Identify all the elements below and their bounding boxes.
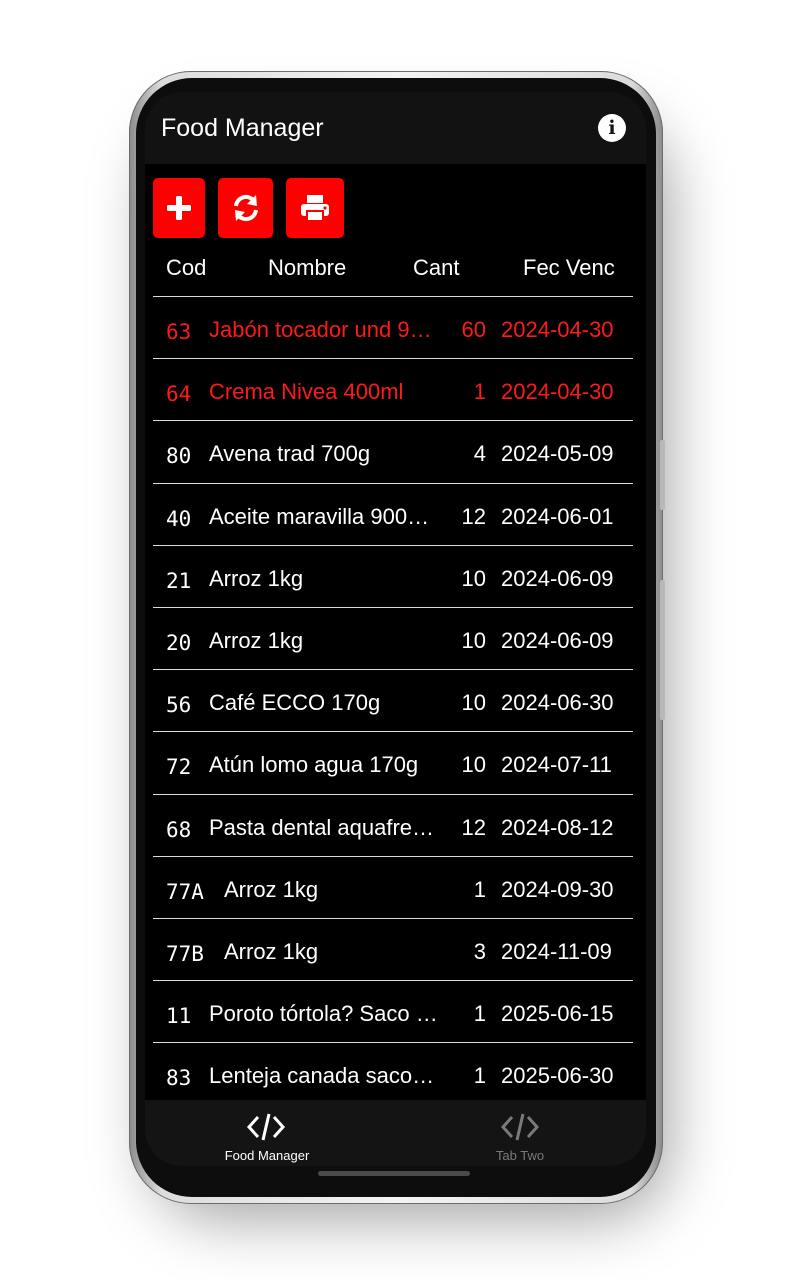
app-bar: Food Manager i	[145, 92, 646, 164]
table-row[interactable]: 64 Crema Nivea 400ml 1 2024-04-30	[153, 358, 633, 420]
row-quantity: 10	[461, 690, 486, 716]
row-expiry-date: 2024-07-11	[501, 752, 612, 778]
column-header-nombre: Nombre	[268, 255, 347, 280]
row-expiry-date: 2024-11-09	[501, 939, 612, 964]
row-code: 77A	[166, 879, 204, 904]
column-header-cant: Cant	[413, 255, 460, 280]
table-row[interactable]: 77A Arroz 1kg 1 2024-09-30	[153, 855, 633, 918]
row-expiry-date: 2024-06-01	[501, 503, 614, 529]
row-expiry-date: 2024-06-09	[501, 565, 614, 591]
row-code: 72	[166, 755, 192, 780]
table-row[interactable]: 72 Atún lomo agua 170g 10 2024-07-11	[153, 731, 633, 793]
row-name: Arroz 1kg	[209, 565, 304, 591]
row-expiry-date: 2024-04-30	[501, 379, 614, 405]
volume-button	[660, 440, 665, 510]
row-code: 21	[166, 568, 192, 593]
plus-icon	[167, 196, 191, 220]
row-code: 11	[166, 1004, 192, 1029]
row-quantity: 10	[461, 565, 486, 591]
row-name: Atún lomo agua 170g	[209, 752, 419, 778]
code-icon	[500, 1113, 540, 1141]
bottom-nav: Food Manager Tab Two	[145, 1100, 646, 1166]
row-quantity: 1	[473, 379, 486, 405]
table-row[interactable]: 21 Arroz 1kg 10 2024-06-09	[153, 544, 633, 607]
row-quantity: 12	[461, 503, 486, 529]
row-quantity: 1	[473, 876, 486, 902]
row-name: Arroz 1kg	[209, 628, 304, 653]
row-expiry-date: 2025-06-15	[501, 1001, 614, 1027]
row-quantity: 60	[461, 317, 486, 342]
home-indicator[interactable]	[318, 1171, 470, 1176]
code-icon	[246, 1113, 286, 1141]
row-quantity: 3	[473, 939, 486, 964]
row-code: 64	[166, 382, 192, 407]
table-row[interactable]: 63 Jabón tocador und 9… 60 2024-04-30	[153, 296, 633, 358]
add-button[interactable]	[153, 178, 205, 238]
row-expiry-date: 2024-08-12	[501, 814, 614, 840]
print-icon	[301, 195, 329, 222]
table-row[interactable]: 11 Poroto tórtola? Saco 2… 1 2025-06-15	[153, 980, 633, 1042]
refresh-button[interactable]	[218, 178, 273, 238]
row-name: Crema Nivea 400ml	[209, 379, 404, 405]
row-expiry-date: 2024-06-09	[501, 628, 614, 653]
row-name: Arroz 1kg	[224, 876, 319, 902]
row-name: Aceite maravilla 900…	[209, 503, 430, 529]
app-screen: Food Manager i Cod Nombre Cant Fec Venc …	[145, 92, 646, 1166]
row-code: 80	[166, 444, 192, 469]
column-header-cod: Cod	[166, 255, 207, 280]
column-header-fec-venc: Fec Venc	[523, 255, 615, 280]
table-row[interactable]: 80 Avena trad 700g 4 2024-05-09	[153, 420, 633, 482]
row-code: 77B	[166, 942, 204, 966]
row-expiry-date: 2025-06-30	[501, 1063, 614, 1089]
tab-label: Food Manager	[224, 1148, 310, 1163]
row-code: 20	[166, 631, 192, 655]
row-quantity: 10	[461, 752, 486, 778]
row-name: Café ECCO 170g	[209, 690, 381, 716]
row-expiry-date: 2024-04-30	[501, 317, 614, 342]
row-expiry-date: 2024-05-09	[501, 441, 614, 467]
row-code: 63	[166, 320, 192, 344]
row-quantity: 10	[461, 628, 486, 653]
tab-two[interactable]: Tab Two	[395, 1100, 645, 1166]
row-name: Jabón tocador und 9…	[209, 317, 432, 342]
row-code: 40	[166, 506, 192, 531]
row-expiry-date: 2024-09-30	[501, 876, 614, 902]
row-quantity: 1	[473, 1063, 486, 1089]
table-row[interactable]: 77B Arroz 1kg 3 2024-11-09	[153, 918, 633, 980]
row-name: Lenteja canada saco …	[209, 1063, 438, 1089]
table-row[interactable]: 83 Lenteja canada saco … 1 2025-06-30	[153, 1042, 633, 1104]
app-title: Food Manager	[161, 114, 324, 142]
row-quantity: 4	[473, 441, 486, 467]
power-button	[660, 580, 665, 720]
row-name: Arroz 1kg	[224, 939, 319, 964]
table-row[interactable]: 20 Arroz 1kg 10 2024-06-09	[153, 607, 633, 669]
table-row[interactable]: 68 Pasta dental aquafre… 12 2024-08-12	[153, 793, 633, 856]
row-code: 68	[166, 817, 192, 842]
tab-label: Tab Two	[495, 1148, 545, 1163]
table-row[interactable]: 56 Café ECCO 170g 10 2024-06-30	[153, 669, 633, 731]
row-quantity: 12	[461, 814, 486, 840]
row-quantity: 1	[473, 1001, 486, 1027]
sync-icon	[233, 194, 258, 222]
row-name: Pasta dental aquafre…	[209, 814, 435, 840]
row-name: Poroto tórtola? Saco 2…	[209, 1001, 438, 1027]
row-code: 56	[166, 693, 192, 718]
table-row[interactable]: 40 Aceite maravilla 900… 12 2024-06-01	[153, 482, 633, 545]
info-icon[interactable]: i	[598, 114, 626, 142]
tab-food-manager[interactable]: Food Manager	[145, 1100, 392, 1166]
row-name: Avena trad 700g	[209, 441, 371, 467]
row-code: 83	[166, 1066, 192, 1091]
row-expiry-date: 2024-06-30	[501, 690, 614, 716]
print-button[interactable]	[286, 178, 344, 238]
